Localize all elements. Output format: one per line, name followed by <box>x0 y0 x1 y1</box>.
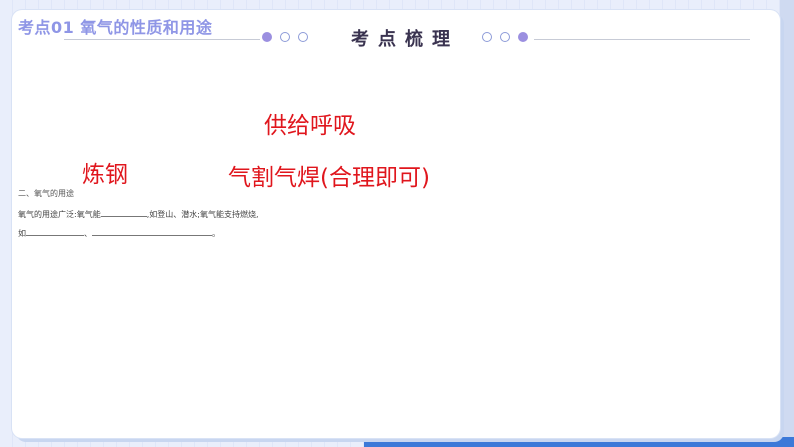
doc-line-1-suffix: ,如登山、潜水;氧气能支持燃烧, <box>146 210 259 219</box>
blank-field-3 <box>92 227 212 236</box>
dot-hollow-left-1 <box>280 32 290 42</box>
header-divider-right <box>534 39 750 40</box>
doc-line-2-suffix: 。 <box>212 229 220 238</box>
bottom-accent-bar <box>364 437 794 447</box>
answer-breathing: 供给呼吸 <box>264 113 356 139</box>
doc-line-1-prefix: 氧气的用途广泛:氧气能 <box>18 210 101 219</box>
dot-filled-right <box>518 32 528 42</box>
doc-heading: 二、氧气的用途 <box>18 189 74 198</box>
answer-steelmaking: 炼钢 <box>82 162 128 188</box>
topic-title: 考点01 氧气的性质和用途 <box>18 18 213 37</box>
doc-line-2-separator: 、 <box>84 229 92 238</box>
blank-field-2 <box>26 227 84 236</box>
slide-canvas: 考点01 氧气的性质和用途 考点梳理 供给呼吸 炼钢 气割气焊(合理即可) 二、… <box>12 10 780 438</box>
right-edge-band <box>780 0 794 447</box>
blank-field-1 <box>100 208 147 217</box>
answer-welding: 气割气焊(合理即可) <box>228 165 430 191</box>
dot-filled-left <box>262 32 272 42</box>
dot-hollow-right-2 <box>500 32 510 42</box>
doc-line-2-prefix: 如 <box>18 229 26 238</box>
section-title: 考点梳理 <box>351 29 459 50</box>
header-divider-left <box>64 39 260 40</box>
doc-line-1: 氧气的用途广泛:氧气能 ,如登山、潜水;氧气能支持燃烧, <box>18 208 258 220</box>
dot-hollow-right-1 <box>482 32 492 42</box>
doc-line-2: 如 、 。 <box>18 227 220 239</box>
dot-hollow-left-2 <box>298 32 308 42</box>
